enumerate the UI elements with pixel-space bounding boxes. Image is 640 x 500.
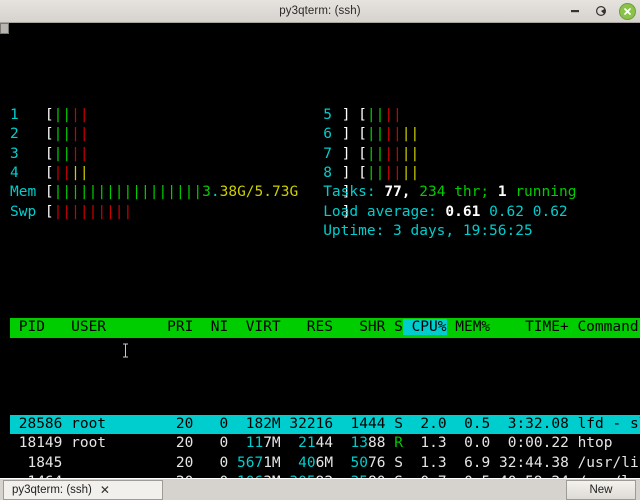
cell-cpu: 1.3 [402, 454, 447, 471]
cpu-meters-right: 5 [|||| ] 6 [|||||| ] 7 [|||||| ] 8 [||||||… [323, 106, 640, 241]
meter-row: Load average: 0.61 0.62 0.62 [323, 203, 568, 220]
cell-cpu: 2.0 [402, 415, 447, 432]
cell-pid: 18149 [10, 435, 63, 452]
cell-time: 0:00.22 [490, 435, 569, 452]
meter-row: 8 [|||||| ] [323, 165, 420, 182]
cell-res: 21 [289, 435, 316, 452]
cell-shr: 50 [341, 454, 369, 471]
taskbar-item-py3qterm[interactable]: py3qterm: (ssh) ✕ [3, 480, 163, 500]
cell-pid: 1845 [10, 454, 63, 471]
terminal-window: py3qterm: (ssh) 1 [||||] 2 [||||] 3 [|… [0, 0, 640, 479]
taskbar-item-label: py3qterm: (ssh) [12, 484, 92, 496]
cell-state: R [385, 435, 403, 452]
window-controls [567, 0, 636, 22]
cell-mem: 6.9 [446, 454, 491, 471]
cpu-meters-left: 1 [|||| ] 2 [|||| ] 3 [|||| ] 4 [|||| ] Mem … [10, 106, 351, 222]
cell-user [62, 455, 158, 471]
cell-command: /usr/lib/ [577, 454, 640, 471]
meter-row: Uptime: 3 days, 19:56:25 [323, 222, 533, 239]
cell-shr: 14 [341, 415, 369, 432]
cell-ni: 0 [193, 435, 229, 452]
meter-row: Mem [|||||||||||||||||3.38G/5.73G ] [10, 184, 351, 201]
new-terminal-button[interactable]: New [566, 480, 636, 500]
meter-row: Tasks: 77, 234 thr; 1 running [323, 184, 577, 201]
terminal-screen[interactable]: 1 [|||| ] 2 [|||| ] 3 [|||| ] 4 [|||| ] Mem … [0, 23, 640, 479]
cell-pri: 20 [158, 435, 194, 452]
header-sort-column[interactable]: CPU% [402, 319, 447, 336]
process-table-header[interactable]: PID USER PRI NI VIRT RES SHR S CPU% MEM%… [10, 318, 640, 338]
taskbar-item-close-icon[interactable]: ✕ [100, 484, 110, 496]
cell-virt: 11 [237, 435, 264, 452]
cell-state: S [385, 454, 403, 471]
header-cols-right: MEM% TIME+ Command [455, 319, 639, 336]
cell-ni: 0 [193, 415, 229, 432]
window-titlebar[interactable]: py3qterm: (ssh) [0, 0, 640, 23]
meter-row: 7 [|||||| ] [323, 145, 420, 162]
htop-meters: 1 [|||| ] 2 [|||| ] 3 [|||| ] 4 [|||| ] Mem … [10, 100, 640, 241]
process-row[interactable]: 18149 root 20 0 117M 2144 1388 R 1.3 0.0… [10, 434, 640, 453]
cell-res: 40 [289, 454, 316, 471]
process-row[interactable]: 28586 root 20 0 182M 32216 1444 S 2.0 0.… [10, 414, 640, 435]
cell-user: root [62, 415, 159, 432]
process-row[interactable]: 1845 20 0 5671M 406M 5076 S 1.3 6.9 32:4… [10, 454, 640, 473]
header-cols-left: PID USER PRI NI VIRT RES SHR S [10, 319, 403, 336]
meter-row: 4 [|||| ] [10, 165, 351, 182]
cell-time: 3:32.08 [490, 415, 569, 432]
maximize-icon[interactable] [593, 3, 609, 19]
cell-state: S [385, 415, 403, 432]
taskbar: py3qterm: (ssh) ✕ New [0, 478, 640, 500]
new-terminal-label: New [589, 484, 613, 496]
cell-pri: 20 [158, 454, 194, 471]
cell-shr: 13 [341, 435, 369, 452]
cell-pid: 28586 [10, 415, 63, 432]
cell-pri: 20 [158, 415, 194, 432]
terminal-scrollbar[interactable] [0, 23, 9, 34]
meter-row: 5 [|||| ] [323, 107, 402, 124]
minimize-icon[interactable] [567, 3, 583, 19]
cell-mem: 0.0 [446, 435, 491, 452]
meter-row: 1 [|||| ] [10, 107, 351, 124]
cell-user: root [62, 435, 159, 452]
meter-row: Swp [||||||||| ] [10, 203, 351, 220]
close-icon[interactable] [619, 2, 636, 20]
desktop: py3qterm: (ssh) 1 [||||] 2 [||||] 3 [|… [0, 0, 640, 500]
cell-mem: 0.5 [446, 415, 491, 432]
cell-virt: 567 [237, 454, 264, 471]
cell-res: 322 [289, 415, 316, 432]
meter-row: 6 [|||||| ] [323, 126, 420, 143]
cell-virt: 18 [237, 415, 264, 432]
process-table[interactable]: 28586 root 20 0 182M 32216 1444 S 2.0 0.… [10, 414, 640, 479]
cell-time: 32:44.38 [490, 454, 569, 471]
cell-command: htop [568, 435, 613, 452]
htop-output: 1 [|||| ] 2 [|||| ] 3 [|||| ] 4 [|||| ] Mem … [10, 23, 640, 479]
cell-command: lfd - sle [577, 415, 640, 432]
window-title: py3qterm: (ssh) [279, 5, 361, 17]
meter-row: 3 [|||| ] [10, 145, 351, 162]
meter-row: 2 [|||| ] [10, 126, 351, 143]
cell-ni: 0 [193, 454, 229, 471]
cell-cpu: 1.3 [402, 435, 447, 452]
